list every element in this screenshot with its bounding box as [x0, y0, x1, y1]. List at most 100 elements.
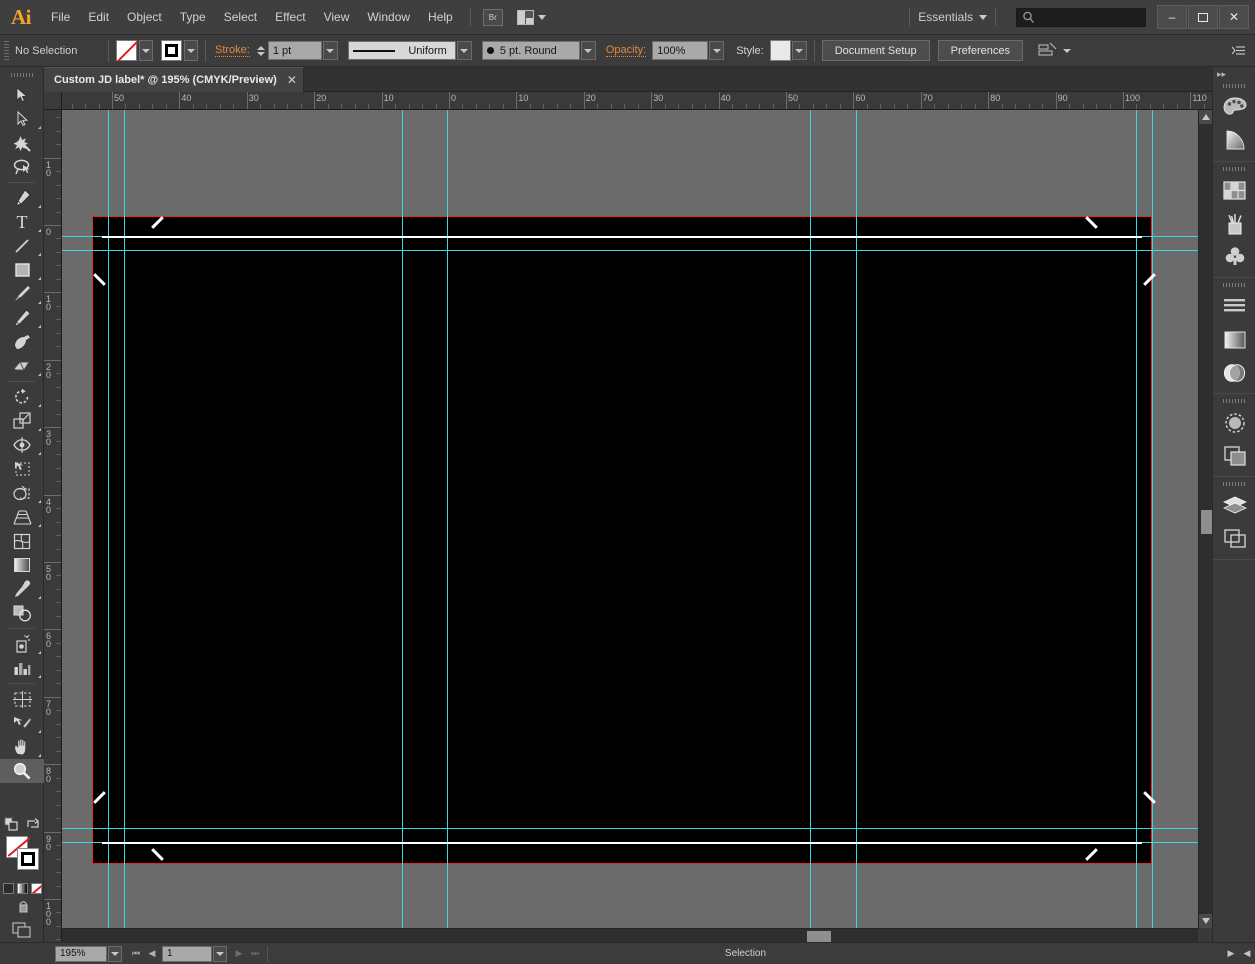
menu-view[interactable]: View [315, 0, 359, 35]
panel-transparency[interactable] [1213, 356, 1255, 389]
fill-color-swatch[interactable] [116, 40, 137, 61]
zoom-level-dropdown[interactable] [108, 946, 122, 962]
panel-grip[interactable] [1213, 81, 1255, 91]
opacity-input[interactable]: 100% [652, 41, 708, 60]
tool-shape-builder[interactable] [0, 481, 44, 505]
stroke-dropdown[interactable] [184, 40, 198, 61]
artwork-rule-line[interactable] [102, 236, 1142, 238]
vertical-guide[interactable] [1136, 110, 1137, 928]
tool-selection[interactable] [0, 83, 44, 107]
horizontal-scroll-thumb[interactable] [807, 931, 831, 942]
control-bar-grip[interactable] [4, 41, 9, 61]
vertical-guide[interactable] [108, 110, 109, 928]
color-mode-button[interactable] [3, 883, 14, 894]
stroke-weight-input[interactable]: 1 pt [268, 41, 322, 60]
panel-graphic-styles[interactable] [1213, 439, 1255, 472]
panel-grip[interactable] [1213, 280, 1255, 290]
menu-window[interactable]: Window [358, 0, 419, 35]
menu-effect[interactable]: Effect [266, 0, 314, 35]
panel-grip[interactable] [1213, 479, 1255, 489]
tool-zoom[interactable] [0, 759, 44, 783]
graphic-style-swatch[interactable] [770, 40, 791, 61]
toolbox-grip[interactable] [0, 67, 43, 83]
brush-definition-select[interactable]: 5 pt. Round [482, 41, 580, 60]
width-profile-dropdown[interactable] [457, 41, 472, 60]
graphic-style-dropdown[interactable] [792, 41, 807, 60]
artboard-number-input[interactable]: 1 [162, 946, 212, 962]
panel-symbols[interactable] [1213, 240, 1255, 273]
search-input[interactable] [1016, 8, 1146, 27]
tool-slice[interactable] [0, 711, 44, 735]
panel-stroke[interactable] [1213, 290, 1255, 323]
panel-swatches[interactable] [1213, 174, 1255, 207]
tool-line-segment[interactable] [0, 234, 44, 258]
tool-width[interactable] [0, 433, 44, 457]
status-bar-resize-handle[interactable]: ◀ [1239, 946, 1255, 962]
last-artboard-button[interactable]: ⏭ [247, 946, 263, 962]
panel-layers[interactable] [1213, 489, 1255, 522]
panel-color[interactable] [1213, 91, 1255, 124]
vertical-scrollbar[interactable] [1198, 110, 1212, 928]
vertical-guide[interactable] [124, 110, 125, 928]
tool-lasso[interactable] [0, 155, 44, 179]
fill-dropdown[interactable] [139, 40, 153, 61]
horizontal-guide[interactable] [62, 250, 1198, 251]
menu-object[interactable]: Object [118, 0, 171, 35]
tool-pencil[interactable] [0, 306, 44, 330]
maximize-button[interactable] [1188, 5, 1218, 29]
horizontal-scrollbar[interactable] [62, 928, 1198, 942]
tool-pen[interactable] [0, 186, 44, 210]
stroke-color-swatch[interactable] [161, 40, 182, 61]
chevron-down-icon[interactable] [979, 15, 987, 20]
panel-grip[interactable] [1213, 164, 1255, 174]
stroke-swatch[interactable] [17, 848, 39, 870]
document-setup-button[interactable]: Document Setup [822, 40, 930, 61]
close-icon[interactable]: ✕ [287, 73, 297, 87]
vertical-scroll-thumb[interactable] [1201, 510, 1212, 534]
tool-eraser[interactable] [0, 354, 44, 378]
dock-collapse-button[interactable]: ▸▸ [1213, 67, 1255, 81]
swap-fill-stroke-icon[interactable] [26, 817, 40, 831]
stroke-weight-dropdown[interactable] [323, 41, 338, 60]
status-display[interactable]: Selection ▶ [267, 946, 1239, 962]
tool-direct-selection[interactable] [0, 107, 44, 131]
vertical-guide[interactable] [856, 110, 857, 928]
gradient-mode-button[interactable] [17, 883, 28, 894]
zoom-level-input[interactable]: 195% [55, 946, 107, 962]
close-button[interactable]: ✕ [1219, 5, 1249, 29]
tool-column-graph[interactable] [0, 656, 44, 680]
horizontal-ruler[interactable]: 7060504030201001020304050607080901001101… [62, 92, 1212, 110]
tool-perspective-grid[interactable] [0, 505, 44, 529]
drawing-mode-button[interactable] [0, 896, 44, 918]
panel-appearance[interactable] [1213, 406, 1255, 439]
workspace-switcher[interactable]: Essentials [918, 10, 975, 24]
minimize-button[interactable]: – [1157, 5, 1187, 29]
vertical-ruler[interactable]: 20100102030405060708090100110120 [44, 110, 62, 942]
opacity-dropdown[interactable] [709, 41, 724, 60]
document-tab[interactable]: Custom JD label* @ 195% (CMYK/Preview) ✕ [44, 67, 304, 92]
tool-hand[interactable] [0, 735, 44, 759]
arrange-documents-button[interactable] [517, 10, 546, 25]
screen-mode-button[interactable] [0, 918, 44, 942]
tool-symbol-sprayer[interactable] [0, 632, 44, 656]
vertical-guide[interactable] [810, 110, 811, 928]
panel-color-guide[interactable] [1213, 124, 1255, 157]
control-bar-menu-button[interactable] [1232, 44, 1246, 58]
opacity-label[interactable]: Opacity: [606, 44, 646, 57]
menu-help[interactable]: Help [419, 0, 462, 35]
first-artboard-button[interactable]: ⏮ [128, 946, 144, 962]
panel-grip[interactable] [1213, 396, 1255, 406]
tool-mesh[interactable] [0, 529, 44, 553]
artboard-canvas[interactable] [62, 110, 1198, 928]
scroll-up-button[interactable] [1199, 110, 1213, 124]
stroke-weight-stepper[interactable] [256, 41, 267, 60]
artboard-number-dropdown[interactable] [213, 946, 227, 962]
align-dropdown-chevron-down-icon[interactable] [1063, 49, 1071, 53]
menu-edit[interactable]: Edit [79, 0, 118, 35]
panel-artboards[interactable] [1213, 522, 1255, 555]
menu-select[interactable]: Select [215, 0, 266, 35]
bridge-icon[interactable]: Br [483, 9, 503, 26]
menu-type[interactable]: Type [171, 0, 215, 35]
tool-artboard[interactable] [0, 687, 44, 711]
vertical-guide[interactable] [1152, 110, 1153, 928]
